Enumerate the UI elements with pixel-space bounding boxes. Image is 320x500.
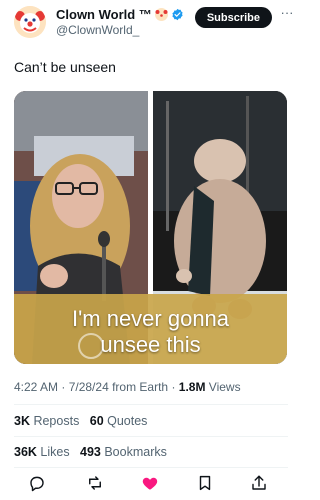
repost-button[interactable]: [84, 472, 106, 494]
quotes-count: 60: [89, 414, 104, 428]
views-label: Views: [205, 380, 241, 394]
repost-stats: 3K Reposts 60 Quotes: [14, 414, 147, 428]
repost-icon: [89, 476, 101, 490]
divider: [14, 467, 288, 468]
avatar[interactable]: [14, 6, 46, 38]
likes-label: Likes: [36, 445, 70, 459]
display-name[interactable]: Clown World ™: [56, 7, 152, 22]
meta-separator: ·: [168, 380, 179, 394]
image-caption-line1: I'm never gonna: [71, 306, 230, 331]
verified-badge-icon: [171, 8, 184, 21]
post-meta: 4:22 AM · 7/28/24 from Earth · 1.8M View…: [14, 380, 241, 394]
bookmark-icon: [199, 475, 211, 491]
like-button[interactable]: [139, 472, 161, 494]
post-image[interactable]: I'm never gonna unsee this: [14, 91, 287, 364]
reply-icon: [30, 476, 44, 492]
like-stats: 36K Likes 493 Bookmarks: [14, 445, 167, 459]
bookmarks-label: Bookmarks: [100, 445, 167, 459]
quotes-link[interactable]: 60 Quotes: [90, 414, 148, 428]
bookmarks-link[interactable]: 493 Bookmarks: [80, 445, 167, 459]
clown-avatar-icon: [14, 6, 46, 38]
meta-separator: ·: [58, 380, 69, 394]
reposts-count: 3K: [14, 414, 30, 428]
bookmarks-count: 493: [80, 445, 101, 459]
reposts-label: Reposts: [29, 414, 80, 428]
quotes-label: Quotes: [103, 414, 148, 428]
post-page: Clown World ™ @ClownWorld_ Subscribe ···…: [0, 0, 302, 500]
image-caption-line2: unsee this: [100, 332, 201, 357]
likes-count: 36K: [14, 445, 37, 459]
bookmark-button[interactable]: [194, 472, 216, 494]
share-icon: [252, 475, 266, 490]
post-header: Clown World ™ @ClownWorld_ Subscribe ···: [14, 4, 296, 40]
account-handle[interactable]: @ClownWorld_: [56, 23, 139, 37]
post-source: from Earth: [108, 380, 169, 394]
action-bar: [14, 472, 288, 494]
likes-link[interactable]: 36K Likes: [14, 445, 70, 459]
reposts-link[interactable]: 3K Reposts: [14, 414, 79, 428]
like-icon: [142, 477, 158, 490]
share-button[interactable]: [248, 472, 270, 494]
clown-emoji-icon: [154, 8, 168, 21]
subscribe-button[interactable]: Subscribe: [194, 7, 272, 28]
divider: [14, 404, 288, 405]
divider: [14, 436, 288, 437]
more-options-icon[interactable]: ···: [278, 6, 296, 24]
post-text: Can’t be unseen: [14, 59, 116, 75]
post-time[interactable]: 4:22 AM: [14, 380, 58, 394]
post-date[interactable]: 7/28/24: [69, 380, 109, 394]
reply-button[interactable]: [26, 472, 48, 494]
views-count: 1.8M: [178, 380, 206, 394]
name-row: Clown World ™: [56, 7, 184, 22]
